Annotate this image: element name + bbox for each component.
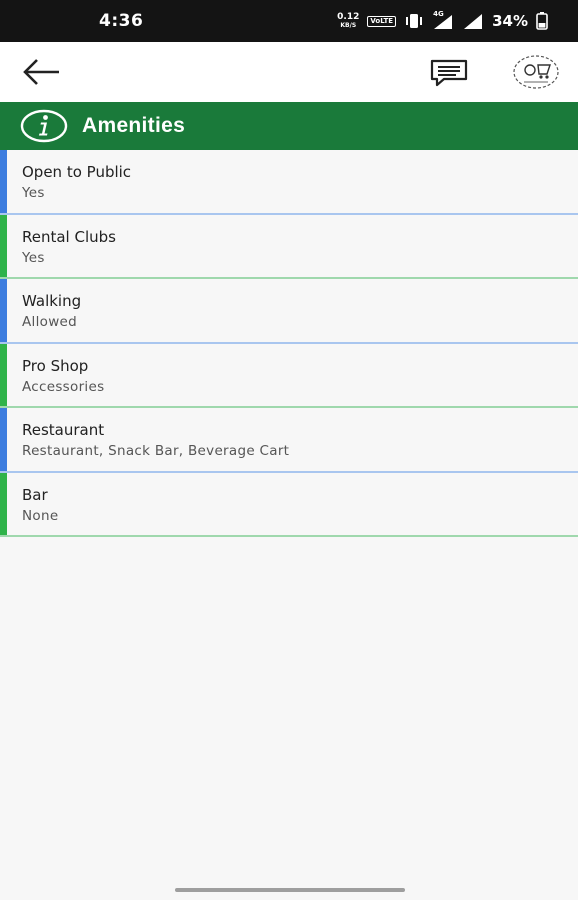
amenity-label: Rental Clubs bbox=[22, 227, 116, 246]
battery-percent: 34% bbox=[492, 12, 528, 30]
network-speed-unit: KB/S bbox=[340, 22, 357, 29]
app-header bbox=[0, 42, 578, 102]
list-item-accent bbox=[0, 408, 7, 471]
list-item-accent bbox=[0, 214, 7, 277]
chat-bubble-icon bbox=[430, 59, 468, 87]
status-bar: 4:36 0.12 KB/S VoLTE 4G 34% bbox=[0, 0, 578, 42]
list-item: Bar None bbox=[0, 472, 578, 537]
list-item-accent bbox=[0, 150, 7, 213]
info-circle-icon bbox=[20, 109, 68, 143]
amenity-value: Yes bbox=[22, 249, 45, 266]
volte-icon: VoLTE bbox=[367, 15, 397, 27]
list-item-accent bbox=[0, 472, 7, 535]
status-time: 4:36 bbox=[99, 11, 144, 31]
list-item: Rental Clubs Yes bbox=[0, 214, 578, 279]
amenity-label: Restaurant bbox=[22, 421, 105, 439]
gesture-nav-bar[interactable] bbox=[175, 888, 405, 892]
battery-icon bbox=[536, 12, 548, 30]
signal-icon bbox=[464, 14, 483, 29]
amenity-label: Pro Shop bbox=[22, 356, 89, 375]
vibrate-icon bbox=[406, 14, 423, 28]
golf-logo-icon bbox=[513, 55, 559, 89]
amenity-label: Open to Public bbox=[22, 163, 132, 181]
list-item: Pro Shop Accessories bbox=[0, 343, 578, 408]
amenity-value: Accessories bbox=[22, 378, 105, 395]
network-speed: 0.12 KB/S bbox=[337, 12, 360, 30]
list-item: Walking Allowed bbox=[0, 279, 578, 344]
section-title: Amenities bbox=[82, 114, 186, 137]
list-item-accent bbox=[0, 279, 7, 342]
amenity-value: Restaurant, Snack Bar, Beverage Cart bbox=[22, 443, 290, 459]
amenity-label: Walking bbox=[22, 292, 82, 310]
amenity-value: Allowed bbox=[22, 314, 78, 330]
status-icons: 0.12 KB/S VoLTE 4G 34% bbox=[337, 9, 548, 33]
back-button[interactable] bbox=[18, 54, 64, 90]
arrow-left-icon bbox=[23, 59, 59, 85]
amenity-value: Yes bbox=[22, 185, 45, 201]
amenity-list: Open to Public Yes Rental Clubs Yes Walk… bbox=[0, 150, 578, 537]
network-speed-value: 0.12 bbox=[337, 12, 360, 22]
list-item-accent bbox=[0, 343, 7, 406]
amenity-label: Bar bbox=[22, 485, 48, 504]
signal-4g-icon: 4G bbox=[432, 10, 454, 30]
amenity-value: None bbox=[22, 507, 59, 524]
network-type-label: 4G bbox=[433, 10, 444, 18]
logo-button[interactable] bbox=[508, 52, 564, 92]
chat-button[interactable] bbox=[426, 56, 472, 90]
list-item: Open to Public Yes bbox=[0, 150, 578, 215]
section-banner: Amenities bbox=[0, 102, 578, 150]
list-item: Restaurant Restaurant, Snack Bar, Bevera… bbox=[0, 408, 578, 473]
